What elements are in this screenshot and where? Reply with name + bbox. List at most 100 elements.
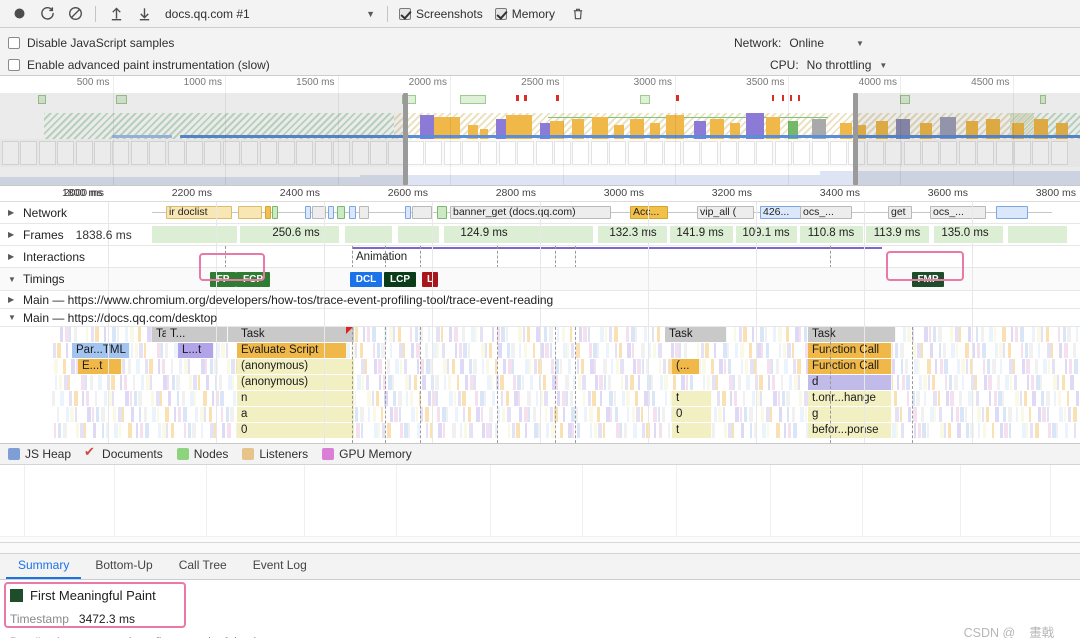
track-main-chromium-header[interactable]: ▶ Main — https://www.chromium.org/develo…	[0, 291, 553, 308]
track-timings-header[interactable]: ▼ Timings	[0, 268, 65, 290]
timing-marker-dcl[interactable]: DCL	[350, 272, 382, 287]
filmstrip-thumbnail[interactable]	[922, 141, 939, 165]
memory-legend-item-documents[interactable]: Documents	[84, 444, 163, 461]
clear-icon[interactable]	[62, 2, 88, 26]
filmstrip-thumbnail[interactable]	[682, 141, 700, 165]
filmstrip-thumbnail[interactable]	[296, 141, 314, 165]
timeline-overview[interactable]: 500 ms 1000 ms 1500 ms 2000 ms 2500 ms 3000 m…	[0, 76, 1080, 186]
filmstrip-thumbnail[interactable]	[480, 141, 498, 165]
filmstrip-thumbnail[interactable]	[793, 141, 811, 165]
filmstrip-thumbnail[interactable]	[977, 141, 995, 165]
timing-marker-fp[interactable]: FP	[210, 272, 236, 287]
filmstrip-thumbnail[interactable]	[774, 141, 792, 165]
flame-bar[interactable]: n	[237, 391, 355, 406]
filmstrip-thumbnail[interactable]	[719, 141, 737, 165]
frame[interactable]	[152, 226, 238, 243]
filmstrip-thumbnail[interactable]	[186, 141, 203, 165]
filmstrip-thumbnail[interactable]	[866, 141, 884, 165]
network-request[interactable]	[349, 206, 356, 219]
flame-bar[interactable]: befor...ponse	[808, 423, 892, 438]
track-interactions-header[interactable]: ▶ Interactions	[0, 246, 85, 267]
network-request[interactable]	[265, 206, 271, 219]
filmstrip-thumbnail[interactable]	[370, 141, 387, 165]
network-request[interactable]: vip_all (	[697, 206, 754, 219]
filmstrip-thumbnail[interactable]	[830, 141, 847, 165]
chevron-right-icon[interactable]: ▶	[8, 295, 17, 304]
filmstrip-thumbnail[interactable]	[112, 141, 130, 165]
timing-marker-fcp[interactable]: FCP	[236, 272, 270, 287]
chevron-down-icon[interactable]: ▼	[8, 275, 17, 284]
filmstrip-thumbnail[interactable]	[351, 141, 369, 165]
network-request[interactable]	[437, 206, 447, 219]
flame-bar[interactable]: L...t	[178, 343, 214, 358]
profile-selector[interactable]: docs.qq.com #1 ▼	[165, 3, 375, 25]
filmstrip-thumbnail[interactable]	[204, 141, 222, 165]
filmstrip-thumbnail[interactable]	[940, 141, 958, 165]
advanced-paint-checkbox[interactable]	[8, 59, 20, 71]
memory-legend-item-nodes[interactable]: Nodes	[176, 447, 228, 461]
track-network-header[interactable]: ▶ Network	[0, 202, 67, 223]
network-request[interactable]	[238, 206, 262, 219]
details-tab-call-tree[interactable]: Call Tree	[167, 555, 239, 579]
network-request[interactable]	[328, 206, 334, 219]
memory-chart[interactable]	[0, 465, 1080, 543]
filmstrip-thumbnail[interactable]	[609, 141, 627, 165]
flame-bar[interactable]: (anonymous)	[237, 359, 355, 374]
overview-window-handle-left[interactable]	[403, 93, 408, 185]
filmstrip-thumbnail[interactable]	[1050, 141, 1068, 165]
network-throttling-value[interactable]: Online	[789, 36, 824, 50]
track-main-chromium[interactable]: ▶ Main — https://www.chromium.org/develo…	[0, 291, 1080, 309]
flame-bar[interactable]: t.onr...hange	[808, 391, 892, 406]
flame-bar[interactable]: Function Call	[808, 359, 892, 374]
chevron-down-icon[interactable]: ▼	[356, 9, 375, 19]
flame-bar[interactable]: Par...TML	[72, 343, 130, 358]
overview-body[interactable]	[0, 93, 1080, 185]
filmstrip-thumbnail[interactable]	[572, 141, 590, 165]
filmstrip-thumbnail[interactable]	[995, 141, 1013, 165]
network-request[interactable]: Acc...	[630, 206, 668, 219]
filmstrip-thumbnail[interactable]	[406, 141, 424, 165]
screenshots-checkbox[interactable]: Screenshots	[399, 7, 483, 21]
network-chevron-down-icon[interactable]: ▼	[856, 39, 864, 48]
network-request[interactable]	[337, 206, 345, 219]
flame-bar[interactable]: t	[672, 423, 712, 438]
flame-bar[interactable]: a	[237, 407, 355, 422]
flame-bar[interactable]: g	[808, 407, 892, 422]
filmstrip-thumbnail[interactable]	[167, 141, 185, 165]
filmstrip-thumbnail[interactable]	[20, 141, 38, 165]
timing-marker-lcp[interactable]: LCP	[384, 272, 416, 287]
flame-bar[interactable]: Task	[237, 327, 355, 342]
overview-filmstrip[interactable]	[0, 139, 1080, 167]
flame-bar[interactable]: Task	[665, 327, 727, 342]
frame[interactable]	[1008, 226, 1068, 243]
flame-bar[interactable]: Function Call	[808, 343, 892, 358]
filmstrip-thumbnail[interactable]	[130, 141, 148, 165]
filmstrip-thumbnail[interactable]	[241, 141, 259, 165]
filmstrip-thumbnail[interactable]	[2, 141, 19, 165]
filmstrip-thumbnail[interactable]	[333, 141, 351, 165]
memory-checkbox-box[interactable]	[494, 7, 507, 20]
flame-bar[interactable]: (anonymous)	[237, 375, 355, 390]
timing-marker-fmp[interactable]: FMP	[912, 272, 944, 287]
filmstrip-thumbnail[interactable]	[443, 141, 461, 165]
memory-legend-item-js-heap[interactable]: JS Heap	[8, 447, 71, 461]
record-icon[interactable]	[6, 2, 32, 26]
filmstrip-thumbnail[interactable]	[38, 141, 56, 165]
filmstrip-thumbnail[interactable]	[425, 141, 443, 165]
timeline-tracks[interactable]: 1800 ms 2000 ms 2200 ms 2400 ms 2600 ms 2800 …	[0, 186, 1080, 444]
filmstrip-thumbnail[interactable]	[646, 141, 663, 165]
flame-bar[interactable]: (...	[672, 359, 700, 374]
filmstrip-thumbnail[interactable]	[498, 141, 516, 165]
network-request[interactable]: banner_get (docs.qq.com)	[450, 206, 611, 219]
flame-bar[interactable]: t	[672, 391, 712, 406]
memory-legend-item-gpu-memory[interactable]: GPU Memory	[322, 447, 412, 461]
flame-bar[interactable]: 0	[237, 423, 355, 438]
network-request[interactable]	[996, 206, 1028, 219]
filmstrip-thumbnail[interactable]	[664, 141, 682, 165]
network-request[interactable]: ocs_...	[800, 206, 852, 219]
filmstrip-thumbnail[interactable]	[590, 141, 608, 165]
chevron-right-icon[interactable]: ▶	[8, 230, 17, 239]
filmstrip-thumbnail[interactable]	[517, 141, 535, 165]
filmstrip-thumbnail[interactable]	[278, 141, 295, 165]
chevron-down-icon[interactable]: ▼	[8, 313, 17, 322]
